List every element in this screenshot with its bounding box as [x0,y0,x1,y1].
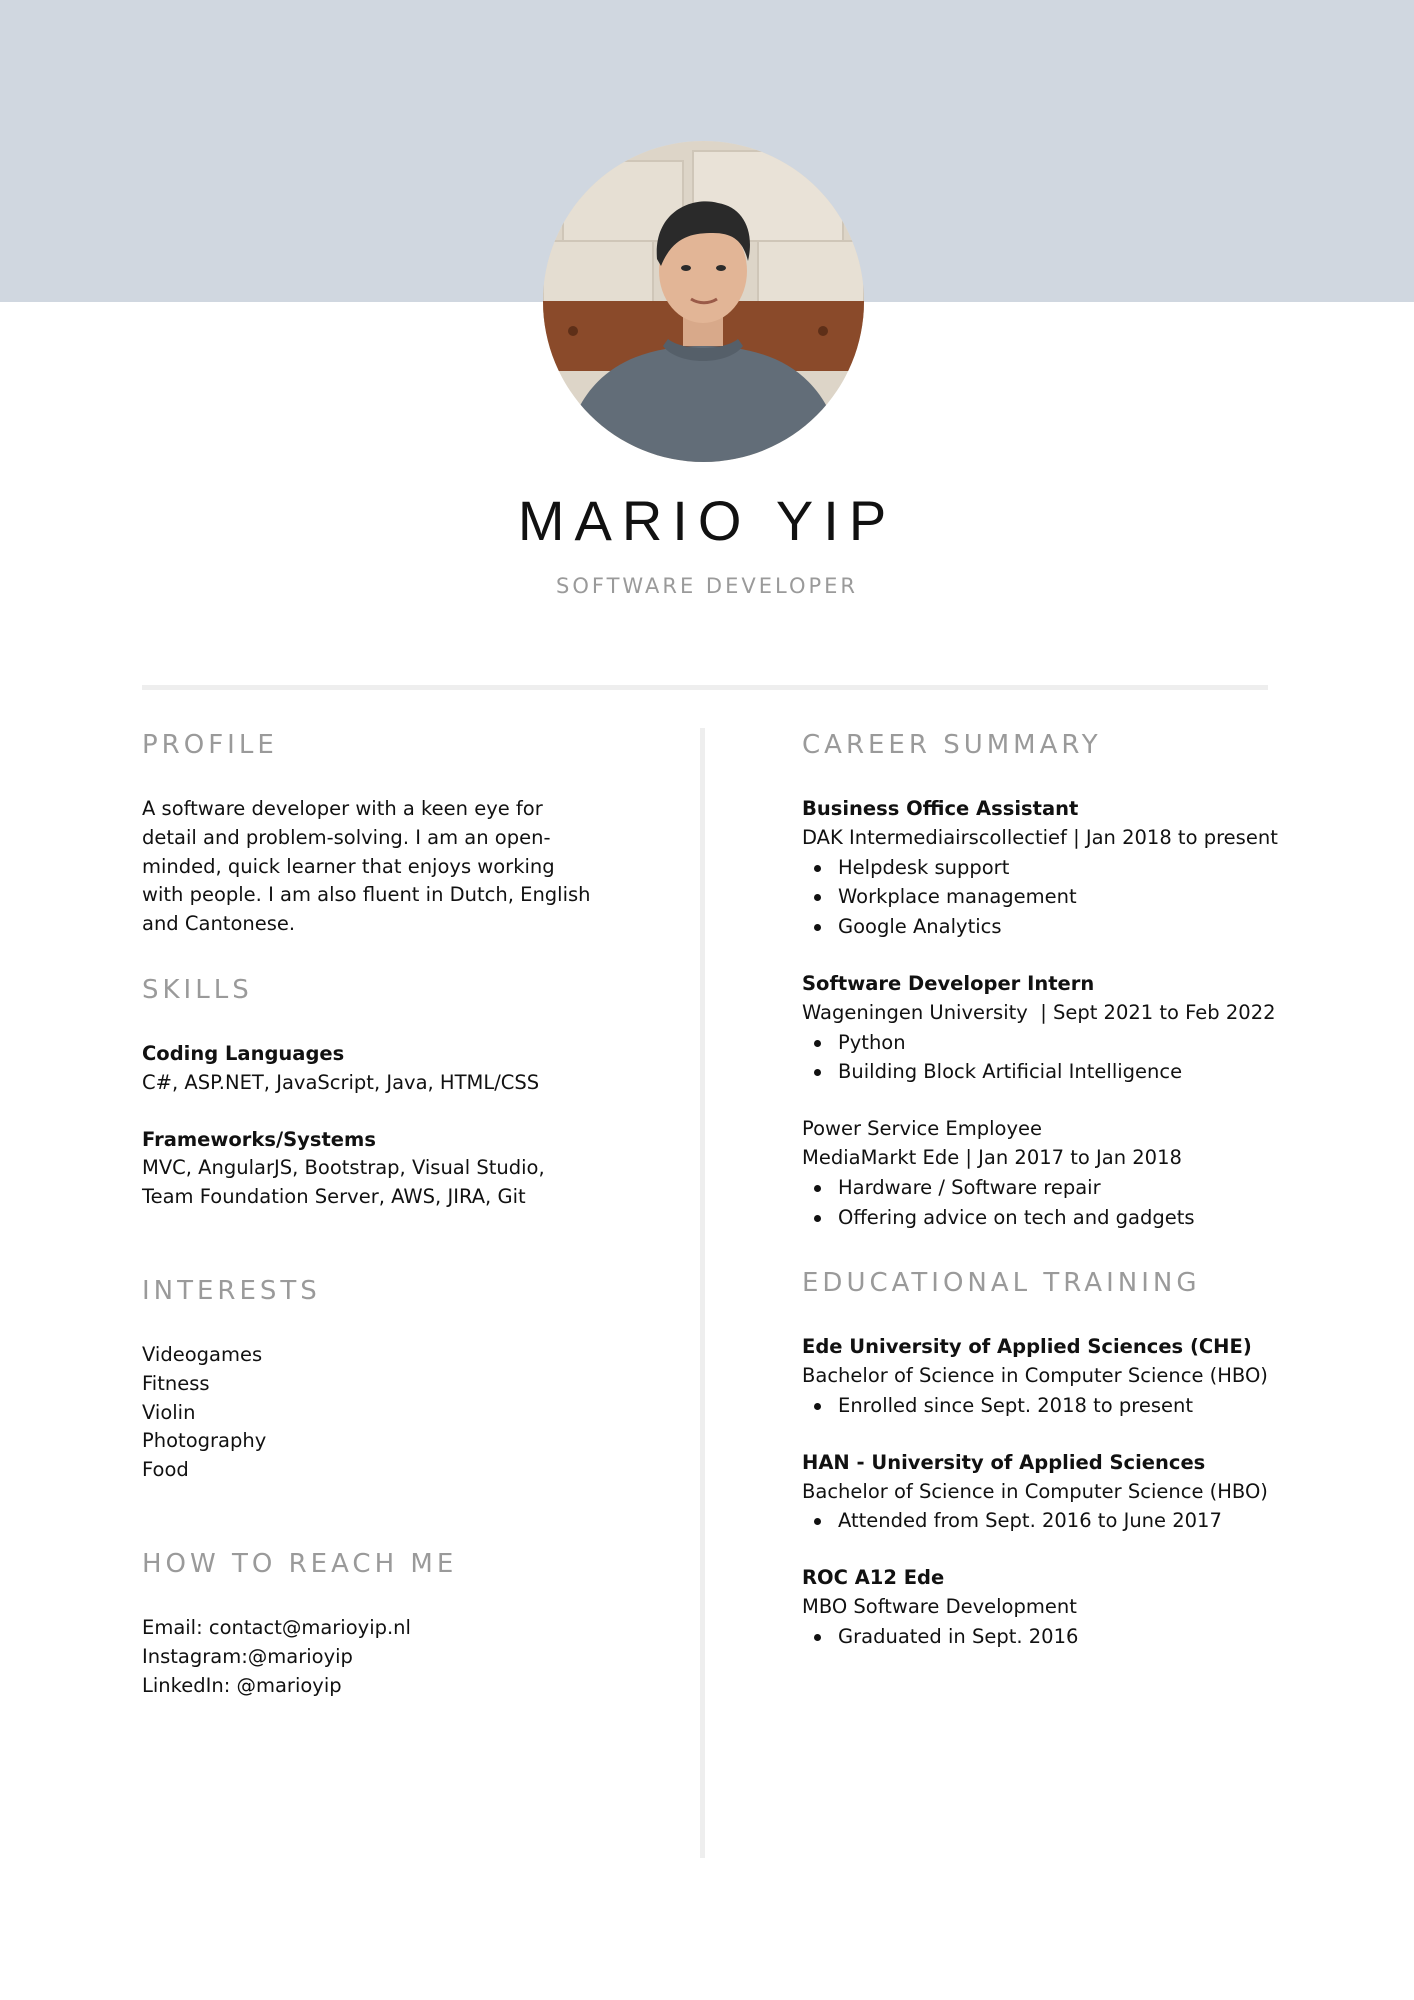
skill-group-line: MVC, AngularJS, Bootstrap, Visual Studio… [142,1156,545,1180]
job-bullet: Google Analytics [802,912,1402,942]
job-title: Power Service Employee [802,1117,1042,1141]
job-bullet: Hardware / Software repair [802,1173,1402,1203]
school-degree: Bachelor of Science in Computer Science … [802,1479,1268,1503]
job-title: Software Developer Intern [802,971,1095,995]
contact-heading: HOW TO REACH ME [142,1548,458,1579]
profile-line: and Cantonese. [142,912,296,936]
school-degree: MBO Software Development [802,1594,1077,1618]
school-name: HAN - University of Applied Sciences [802,1450,1206,1474]
left-column: PROFILE A software developer with a keen… [142,730,602,1700]
right-column: CAREER SUMMARY Business Office Assistant… [802,730,1402,1680]
interest-item: Videogames [142,1342,263,1366]
profile-photo-illustration [543,141,864,462]
contact-linkedin: LinkedIn: @marioyip [142,1673,342,1697]
contact-instagram: Instagram:@marioyip [142,1644,353,1668]
job-bullets: Helpdesk support Workplace management Go… [802,853,1402,942]
job-bullet: Helpdesk support [802,853,1402,883]
job-title: Business Office Assistant [802,797,1079,820]
skill-group-line: Team Foundation Server, AWS, JIRA, Git [142,1185,526,1209]
school-bullet: Attended from Sept. 2016 to June 2017 [802,1506,1402,1536]
profile-line: minded, quick learner that enjoys workin… [142,854,555,878]
school-bullets: Attended from Sept. 2016 to June 2017 [802,1506,1402,1536]
job-bullets: Hardware / Software repair Offering advi… [802,1173,1402,1233]
education-entry: ROC A12 Ede MBO Software Development Gra… [802,1564,1402,1651]
contact-email: Email: contact@marioyip.nl [142,1615,411,1639]
career-heading: CAREER SUMMARY [802,730,1102,760]
school-bullet: Enrolled since Sept. 2018 to present [802,1391,1402,1421]
job-entry: Software Developer Intern Wageningen Uni… [802,970,1402,1087]
skills-heading: SKILLS [142,974,253,1005]
person-name: MARIO YIP [517,489,897,552]
skill-group: Frameworks/Systems MVC, AngularJS, Boots… [142,1126,602,1212]
interest-item: Violin [142,1400,196,1424]
interest-item: Fitness [142,1371,210,1395]
school-name: ROC A12 Ede [802,1566,945,1590]
job-company: Wageningen University | Sept 2021 to Feb… [802,1000,1276,1024]
skill-group-heading: Frameworks/Systems [142,1127,376,1151]
job-bullet: Workplace management [802,882,1402,912]
job-entry: Business Office Assistant DAK Intermedia… [802,795,1402,942]
job-bullet: Python [802,1028,1402,1058]
education-entry: Ede University of Applied Sciences (CHE)… [802,1333,1402,1420]
school-name: Ede University of Applied Sciences (CHE) [802,1335,1252,1359]
profile-summary: A software developer with a keen eye for… [142,795,602,939]
contact-list: Email: contact@marioyip.nl Instagram:@ma… [142,1614,602,1700]
profile-photo [543,141,864,462]
interest-item: Photography [142,1429,267,1453]
profile-line: detail and problem-solving. I am an open… [142,825,551,849]
job-entry: Power Service Employee MediaMarkt Ede | … [802,1115,1402,1232]
job-bullet: Building Block Artificial Intelligence [802,1057,1402,1087]
education-entry: HAN - University of Applied Sciences Bac… [802,1449,1402,1536]
interests-list: Videogames Fitness Violin Photography Fo… [142,1341,602,1485]
skill-group-heading: Coding Languages [142,1041,345,1065]
education-heading: EDUCATIONAL TRAINING [802,1268,1201,1299]
school-bullets: Enrolled since Sept. 2018 to present [802,1391,1402,1421]
profile-line: A software developer with a keen eye for [142,797,543,820]
vertical-divider [700,728,705,1858]
job-company: MediaMarkt Ede | Jan 2017 to Jan 2018 [802,1145,1182,1169]
school-bullets: Graduated in Sept. 2016 [802,1622,1402,1652]
interests-heading: INTERESTS [142,1275,321,1306]
profile-heading: PROFILE [142,730,278,760]
job-bullets: Python Building Block Artificial Intelli… [802,1028,1402,1088]
job-company: DAK Intermediairscollectief | Jan 2018 t… [802,825,1278,849]
interest-item: Food [142,1458,189,1482]
horizontal-divider [142,685,1268,690]
job-bullet: Offering advice on tech and gadgets [802,1203,1402,1233]
profile-line: with people. I am also fluent in Dutch, … [142,883,591,907]
school-bullet: Graduated in Sept. 2016 [802,1622,1402,1652]
school-degree: Bachelor of Science in Computer Science … [802,1364,1268,1388]
skill-group: Coding Languages C#, ASP.NET, JavaScript… [142,1040,602,1098]
skill-group-line: C#, ASP.NET, JavaScript, Java, HTML/CSS [142,1070,540,1094]
job-role: SOFTWARE DEVELOPER [556,574,858,598]
